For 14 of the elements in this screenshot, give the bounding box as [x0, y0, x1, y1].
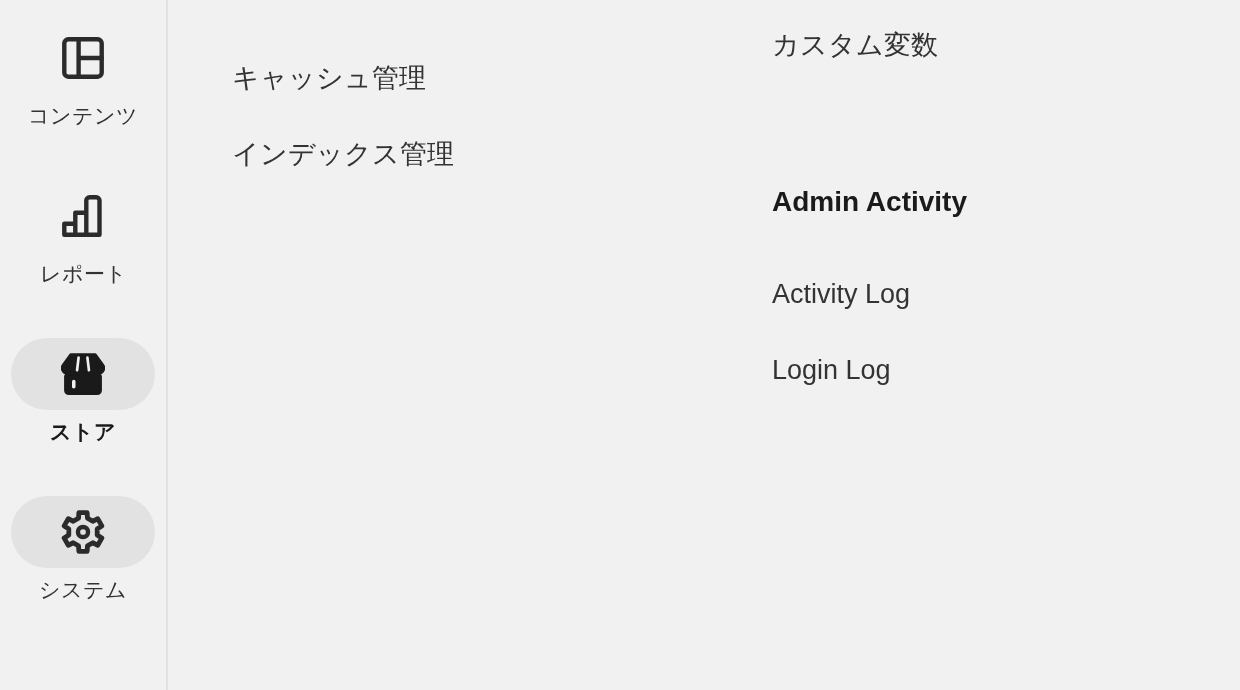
sidebar-item[interactable]: システム: [11, 496, 155, 612]
sidebar-item[interactable]: ストア: [11, 338, 155, 454]
gear-icon: [61, 510, 105, 554]
section-heading: Admin Activity: [772, 185, 967, 219]
menu-link[interactable]: Login Log: [772, 332, 891, 408]
layout-icon: [61, 36, 105, 80]
bar-chart-icon: [61, 194, 105, 238]
menu-link[interactable]: Activity Log: [772, 256, 911, 332]
sidebar-item[interactable]: レポート: [11, 180, 155, 296]
store-icon: [61, 352, 105, 396]
sidebar-item[interactable]: コンテンツ: [11, 22, 155, 138]
menu-link[interactable]: インデックス管理: [232, 116, 454, 192]
menu-link[interactable]: キャッシュ管理: [232, 40, 426, 116]
menu-link[interactable]: カスタム変数: [772, 7, 938, 83]
